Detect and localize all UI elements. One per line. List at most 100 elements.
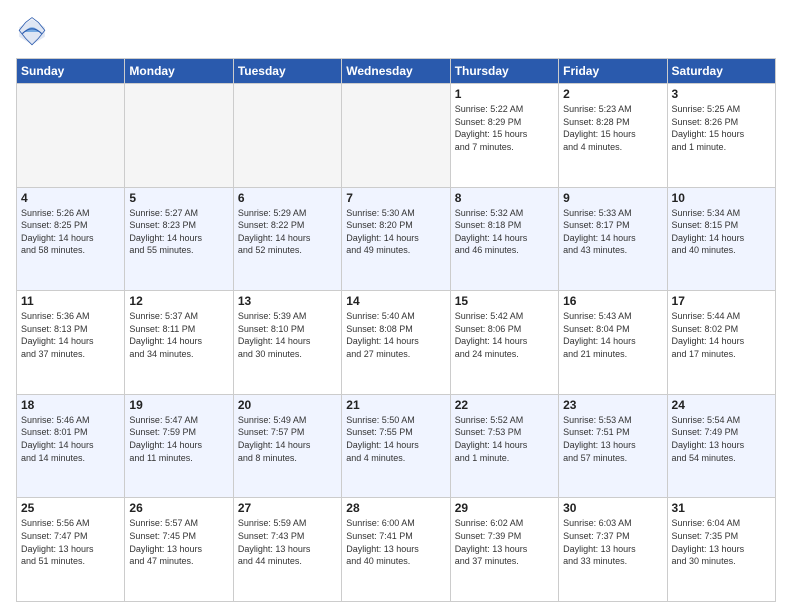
day-number: 1 <box>455 87 554 101</box>
day-info: Sunrise: 5:25 AM Sunset: 8:26 PM Dayligh… <box>672 103 771 153</box>
calendar-cell: 6 Sunrise: 5:29 AM Sunset: 8:22 PM Daylig… <box>233 187 341 291</box>
weekday-header-saturday: Saturday <box>667 59 775 84</box>
day-number: 19 <box>129 398 228 412</box>
page: SundayMondayTuesdayWednesdayThursdayFrid… <box>0 0 792 612</box>
week-row-3: 11 Sunrise: 5:36 AM Sunset: 8:13 PM Dayli… <box>17 291 776 395</box>
calendar-cell: 25Sunrise: 5:56 AM Sunset: 7:47 PM Dayli… <box>17 498 125 602</box>
week-row-4: 18 Sunrise: 5:46 AM Sunset: 8:01 PM Dayli… <box>17 394 776 498</box>
day-number: 16 <box>563 294 662 308</box>
calendar-cell: 20 Sunrise: 5:49 AM Sunset: 7:57 PM Dayli… <box>233 394 341 498</box>
day-number: 27 <box>238 501 337 515</box>
weekday-header-row: SundayMondayTuesdayWednesdayThursdayFrid… <box>17 59 776 84</box>
day-number: 3 <box>672 87 771 101</box>
calendar-cell: 21Sunrise: 5:50 AM Sunset: 7:55 PM Dayli… <box>342 394 450 498</box>
logo <box>16 16 52 48</box>
day-info: Sunrise: 5:36 AM Sunset: 8:13 PM Dayligh… <box>21 310 120 360</box>
day-info: Sunrise: 5:37 AM Sunset: 8:11 PM Dayligh… <box>129 310 228 360</box>
day-number: 2 <box>563 87 662 101</box>
day-info: Sunrise: 5:39 AM Sunset: 8:10 PM Dayligh… <box>238 310 337 360</box>
day-info: Sunrise: 5:22 AM Sunset: 8:29 PM Dayligh… <box>455 103 554 153</box>
day-number: 10 <box>672 191 771 205</box>
day-number: 30 <box>563 501 662 515</box>
weekday-header-monday: Monday <box>125 59 233 84</box>
day-info: Sunrise: 6:02 AM Sunset: 7:39 PM Dayligh… <box>455 517 554 567</box>
calendar-cell <box>17 84 125 188</box>
weekday-header-sunday: Sunday <box>17 59 125 84</box>
day-number: 15 <box>455 294 554 308</box>
day-info: Sunrise: 5:40 AM Sunset: 8:08 PM Dayligh… <box>346 310 445 360</box>
logo-icon <box>16 16 48 48</box>
calendar-cell: 28 Sunrise: 6:00 AM Sunset: 7:41 PM Dayli… <box>342 498 450 602</box>
day-number: 11 <box>21 294 120 308</box>
day-number: 24 <box>672 398 771 412</box>
day-info: Sunrise: 5:53 AM Sunset: 7:51 PM Dayligh… <box>563 414 662 464</box>
calendar-cell: 29Sunrise: 6:02 AM Sunset: 7:39 PM Dayli… <box>450 498 558 602</box>
calendar-cell: 2 Sunrise: 5:23 AM Sunset: 8:28 PM Daylig… <box>559 84 667 188</box>
day-info: Sunrise: 5:54 AM Sunset: 7:49 PM Dayligh… <box>672 414 771 464</box>
calendar-cell: 1 Sunrise: 5:22 AM Sunset: 8:29 PM Daylig… <box>450 84 558 188</box>
week-row-2: 4 Sunrise: 5:26 AM Sunset: 8:25 PM Daylig… <box>17 187 776 291</box>
day-number: 25 <box>21 501 120 515</box>
weekday-header-tuesday: Tuesday <box>233 59 341 84</box>
calendar-cell <box>125 84 233 188</box>
day-number: 20 <box>238 398 337 412</box>
calendar-cell: 5 Sunrise: 5:27 AM Sunset: 8:23 PM Daylig… <box>125 187 233 291</box>
day-info: Sunrise: 6:03 AM Sunset: 7:37 PM Dayligh… <box>563 517 662 567</box>
day-number: 31 <box>672 501 771 515</box>
calendar-cell: 22Sunrise: 5:52 AM Sunset: 7:53 PM Dayli… <box>450 394 558 498</box>
day-number: 17 <box>672 294 771 308</box>
calendar-cell: 31Sunrise: 6:04 AM Sunset: 7:35 PM Dayli… <box>667 498 775 602</box>
day-number: 26 <box>129 501 228 515</box>
week-row-1: 1 Sunrise: 5:22 AM Sunset: 8:29 PM Daylig… <box>17 84 776 188</box>
calendar-cell: 11 Sunrise: 5:36 AM Sunset: 8:13 PM Dayli… <box>17 291 125 395</box>
day-info: Sunrise: 6:00 AM Sunset: 7:41 PM Dayligh… <box>346 517 445 567</box>
calendar-cell: 13 Sunrise: 5:39 AM Sunset: 8:10 PM Dayli… <box>233 291 341 395</box>
day-number: 23 <box>563 398 662 412</box>
weekday-header-thursday: Thursday <box>450 59 558 84</box>
day-number: 28 <box>346 501 445 515</box>
calendar: SundayMondayTuesdayWednesdayThursdayFrid… <box>16 58 776 602</box>
day-info: Sunrise: 5:33 AM Sunset: 8:17 PM Dayligh… <box>563 207 662 257</box>
day-info: Sunrise: 5:32 AM Sunset: 8:18 PM Dayligh… <box>455 207 554 257</box>
calendar-cell: 12 Sunrise: 5:37 AM Sunset: 8:11 PM Dayli… <box>125 291 233 395</box>
calendar-cell: 30 Sunrise: 6:03 AM Sunset: 7:37 PM Dayli… <box>559 498 667 602</box>
day-number: 12 <box>129 294 228 308</box>
day-number: 8 <box>455 191 554 205</box>
day-number: 18 <box>21 398 120 412</box>
calendar-cell <box>342 84 450 188</box>
calendar-cell: 9Sunrise: 5:33 AM Sunset: 8:17 PM Daylig… <box>559 187 667 291</box>
header <box>16 16 776 48</box>
day-number: 5 <box>129 191 228 205</box>
day-info: Sunrise: 5:57 AM Sunset: 7:45 PM Dayligh… <box>129 517 228 567</box>
day-info: Sunrise: 5:49 AM Sunset: 7:57 PM Dayligh… <box>238 414 337 464</box>
day-number: 4 <box>21 191 120 205</box>
calendar-cell: 17 Sunrise: 5:44 AM Sunset: 8:02 PM Dayli… <box>667 291 775 395</box>
day-info: Sunrise: 5:44 AM Sunset: 8:02 PM Dayligh… <box>672 310 771 360</box>
day-number: 7 <box>346 191 445 205</box>
calendar-cell: 27 Sunrise: 5:59 AM Sunset: 7:43 PM Dayli… <box>233 498 341 602</box>
day-info: Sunrise: 5:50 AM Sunset: 7:55 PM Dayligh… <box>346 414 445 464</box>
day-info: Sunrise: 5:47 AM Sunset: 7:59 PM Dayligh… <box>129 414 228 464</box>
calendar-cell: 19 Sunrise: 5:47 AM Sunset: 7:59 PM Dayli… <box>125 394 233 498</box>
calendar-cell: 7 Sunrise: 5:30 AM Sunset: 8:20 PM Daylig… <box>342 187 450 291</box>
day-number: 14 <box>346 294 445 308</box>
day-info: Sunrise: 5:29 AM Sunset: 8:22 PM Dayligh… <box>238 207 337 257</box>
weekday-header-friday: Friday <box>559 59 667 84</box>
day-info: Sunrise: 5:26 AM Sunset: 8:25 PM Dayligh… <box>21 207 120 257</box>
day-info: Sunrise: 5:30 AM Sunset: 8:20 PM Dayligh… <box>346 207 445 257</box>
calendar-cell: 18 Sunrise: 5:46 AM Sunset: 8:01 PM Dayli… <box>17 394 125 498</box>
calendar-cell: 16 Sunrise: 5:43 AM Sunset: 8:04 PM Dayli… <box>559 291 667 395</box>
day-info: Sunrise: 5:23 AM Sunset: 8:28 PM Dayligh… <box>563 103 662 153</box>
weekday-header-wednesday: Wednesday <box>342 59 450 84</box>
day-info: Sunrise: 5:42 AM Sunset: 8:06 PM Dayligh… <box>455 310 554 360</box>
day-info: Sunrise: 5:46 AM Sunset: 8:01 PM Dayligh… <box>21 414 120 464</box>
day-number: 13 <box>238 294 337 308</box>
day-info: Sunrise: 5:59 AM Sunset: 7:43 PM Dayligh… <box>238 517 337 567</box>
day-info: Sunrise: 5:27 AM Sunset: 8:23 PM Dayligh… <box>129 207 228 257</box>
day-info: Sunrise: 5:43 AM Sunset: 8:04 PM Dayligh… <box>563 310 662 360</box>
day-number: 6 <box>238 191 337 205</box>
week-row-5: 25Sunrise: 5:56 AM Sunset: 7:47 PM Dayli… <box>17 498 776 602</box>
calendar-cell: 4 Sunrise: 5:26 AM Sunset: 8:25 PM Daylig… <box>17 187 125 291</box>
calendar-cell: 8 Sunrise: 5:32 AM Sunset: 8:18 PM Daylig… <box>450 187 558 291</box>
calendar-cell: 26 Sunrise: 5:57 AM Sunset: 7:45 PM Dayli… <box>125 498 233 602</box>
